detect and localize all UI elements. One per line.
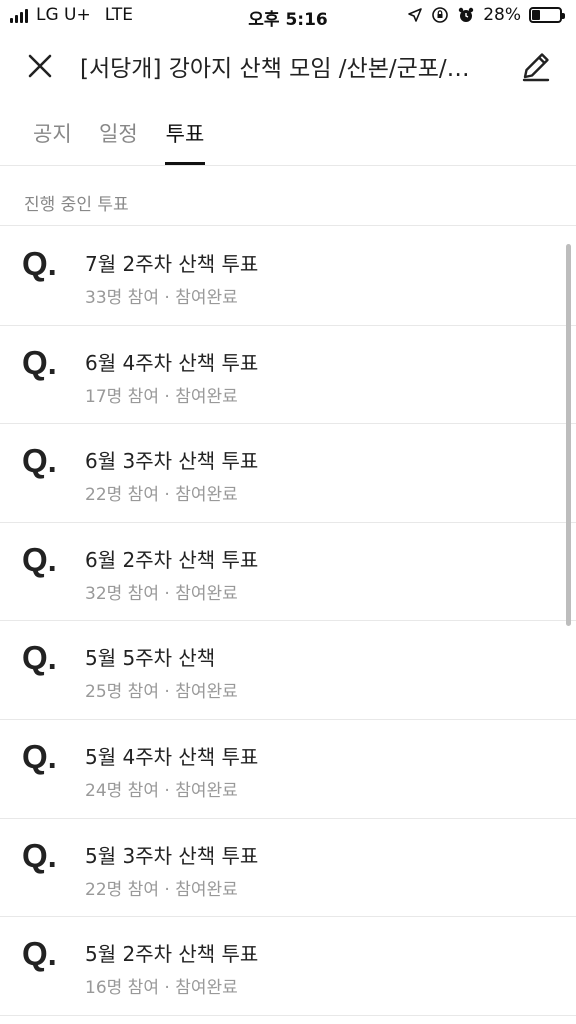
participant-count: 16명 참여 bbox=[85, 978, 159, 999]
meta-separator: · bbox=[158, 780, 176, 801]
poll-meta: 32명 참여 · 참여완료 bbox=[85, 579, 238, 604]
poll-title: 5월 2주차 산책 투표 bbox=[85, 942, 259, 967]
page-title: [서당개] 강아지 산책 모임 /산본/군포/… bbox=[80, 56, 470, 82]
scrollbar[interactable] bbox=[566, 244, 571, 626]
participation-status: 참여완료 bbox=[175, 682, 238, 703]
section-header: 진행 중인 투표 bbox=[0, 166, 576, 226]
question-icon: Q. bbox=[22, 935, 57, 973]
status-right: 28% bbox=[407, 5, 565, 25]
tab-schedule[interactable]: 일정 bbox=[99, 118, 138, 165]
list-item[interactable]: Q. 6월 3주차 산책 투표 22명 참여 · 참여완료 bbox=[0, 424, 576, 523]
header: [서당개] 강아지 산책 모임 /산본/군포/… bbox=[0, 32, 576, 100]
poll-meta: 22명 참여 · 참여완료 bbox=[85, 875, 238, 900]
poll-title: 6월 2주차 산책 투표 bbox=[85, 547, 259, 572]
meta-separator: · bbox=[158, 485, 176, 506]
poll-meta: 24명 참여 · 참여완료 bbox=[85, 776, 238, 801]
poll-title: 5월 3주차 산책 투표 bbox=[85, 843, 259, 868]
poll-title: 6월 4주차 산책 투표 bbox=[85, 350, 259, 375]
status-bar: LG U+ LTE 오후 5:16 28% bbox=[0, 0, 576, 32]
participant-count: 22명 참여 bbox=[85, 879, 159, 900]
battery-percent: 28% bbox=[483, 5, 521, 25]
battery-icon bbox=[529, 7, 565, 23]
meta-separator: · bbox=[158, 879, 176, 900]
list-item[interactable]: Q. 5월 5주차 산책 25명 참여 · 참여완료 bbox=[0, 621, 576, 720]
poll-title: 7월 2주차 산책 투표 bbox=[85, 252, 259, 276]
pencil-icon bbox=[522, 53, 550, 82]
participant-count: 33명 참여 bbox=[85, 288, 159, 308]
meta-separator: · bbox=[158, 682, 176, 703]
participant-count: 22명 참여 bbox=[85, 485, 159, 506]
list-item[interactable]: Q. 5월 3주차 산책 투표 22명 참여 · 참여완료 bbox=[0, 819, 576, 918]
edit-button[interactable] bbox=[514, 44, 558, 88]
participant-count: 24명 참여 bbox=[85, 780, 159, 801]
section-label: 진행 중인 투표 bbox=[24, 195, 129, 215]
poll-list: Q. 7월 2주차 산책 투표 33명 참여 · 참여완료 Q. 6월 4주차 산책 투… bbox=[0, 227, 576, 1016]
participation-status: 참여완료 bbox=[175, 879, 238, 900]
poll-meta: 22명 참여 · 참여완료 bbox=[85, 480, 238, 505]
network-label: LTE bbox=[104, 5, 134, 25]
poll-meta: 25명 참여 · 참여완료 bbox=[85, 677, 238, 702]
participation-status: 참여완료 bbox=[175, 485, 238, 506]
battery-level bbox=[532, 10, 540, 20]
participant-count: 17명 참여 bbox=[85, 386, 159, 407]
poll-title: 6월 3주차 산책 투표 bbox=[85, 449, 259, 474]
question-icon: Q. bbox=[22, 442, 57, 480]
close-button[interactable] bbox=[20, 46, 60, 86]
signal-icon bbox=[10, 7, 28, 23]
question-icon: Q. bbox=[22, 639, 57, 677]
question-icon: Q. bbox=[22, 245, 57, 282]
participation-status: 참여완료 bbox=[175, 288, 238, 308]
tab-vote[interactable]: 투표 bbox=[165, 118, 205, 165]
close-icon bbox=[28, 54, 52, 78]
carrier-label: LG U+ bbox=[36, 5, 91, 25]
question-icon: Q. bbox=[22, 737, 57, 775]
meta-separator: · bbox=[158, 386, 176, 407]
poll-meta: 33명 참여 · 참여완료 bbox=[85, 283, 238, 308]
participation-status: 참여완료 bbox=[175, 583, 238, 604]
location-arrow-icon bbox=[408, 8, 423, 22]
participation-status: 참여완료 bbox=[175, 780, 238, 801]
participation-status: 참여완료 bbox=[175, 978, 238, 999]
poll-title: 5월 4주차 산책 투표 bbox=[85, 744, 259, 769]
poll-meta: 16명 참여 · 참여완료 bbox=[85, 973, 238, 998]
orientation-lock-icon bbox=[432, 7, 449, 23]
list-item[interactable]: Q. 5월 4주차 산책 투표 24명 참여 · 참여완료 bbox=[0, 720, 576, 819]
meta-separator: · bbox=[158, 583, 176, 604]
participation-status: 참여완료 bbox=[175, 386, 238, 407]
participant-count: 32명 참여 bbox=[85, 583, 159, 604]
poll-meta: 17명 참여 · 참여완료 bbox=[85, 382, 238, 407]
poll-title: 5월 5주차 산책 bbox=[85, 646, 216, 671]
list-item[interactable]: Q. 7월 2주차 산책 투표 33명 참여 · 참여완료 bbox=[0, 227, 576, 326]
alarm-icon bbox=[459, 7, 474, 22]
tab-notice[interactable]: 공지 bbox=[33, 118, 72, 165]
question-icon: Q. bbox=[22, 540, 57, 578]
list-item[interactable]: Q. 6월 4주차 산책 투표 17명 참여 · 참여완료 bbox=[0, 326, 576, 425]
question-icon: Q. bbox=[22, 836, 57, 874]
tab-bar: 공지 일정 투표 bbox=[0, 100, 576, 166]
meta-separator: · bbox=[158, 288, 176, 308]
list-item[interactable]: Q. 5월 2주차 산책 투표 16명 참여 · 참여완료 bbox=[0, 917, 576, 1016]
meta-separator: · bbox=[158, 978, 176, 999]
list-item[interactable]: Q. 6월 2주차 산책 투표 32명 참여 · 참여완료 bbox=[0, 523, 576, 622]
participant-count: 25명 참여 bbox=[85, 682, 159, 703]
question-icon: Q. bbox=[22, 343, 57, 381]
status-left: LG U+ LTE bbox=[10, 5, 133, 25]
